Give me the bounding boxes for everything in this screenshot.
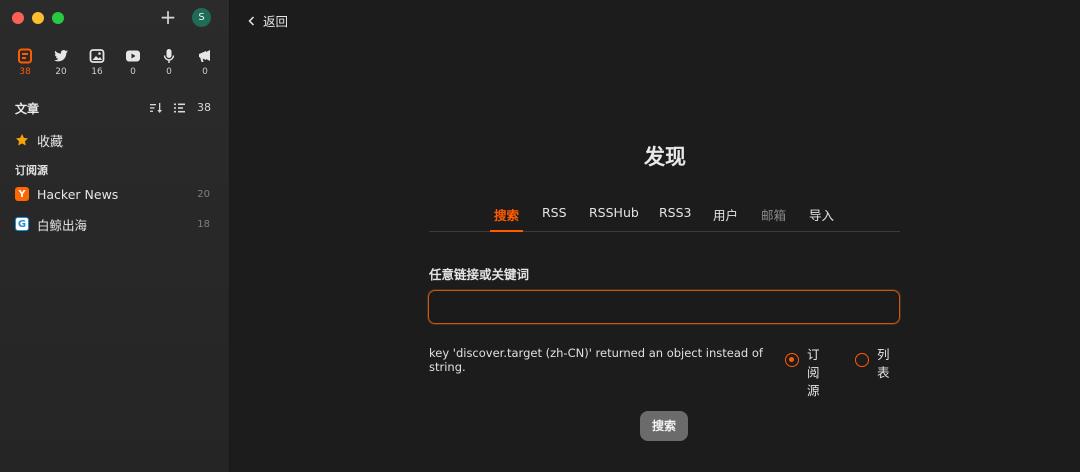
minimize-window-button[interactable] xyxy=(32,12,44,24)
sidebar-item-hacker-news[interactable]: Y Hacker News 20 xyxy=(15,184,215,204)
view-audio[interactable]: 0 xyxy=(151,48,187,77)
tab-rss3[interactable]: RSS3 xyxy=(659,205,692,232)
image-icon xyxy=(89,49,105,63)
keyword-input[interactable] xyxy=(428,290,900,324)
tab-import[interactable]: 导入 xyxy=(809,205,834,232)
articles-section-header: 文章 38 xyxy=(15,100,215,116)
favorites-label: 收藏 xyxy=(37,134,64,150)
video-icon xyxy=(126,50,140,62)
radio-circle[interactable] xyxy=(785,353,799,367)
zoom-window-button[interactable] xyxy=(52,12,64,24)
chevron-left-icon xyxy=(248,15,255,26)
page-title: 发现 xyxy=(644,145,686,169)
sidebar-item-favorites[interactable]: 收藏 xyxy=(15,131,64,150)
feed-unread-count: 20 xyxy=(197,188,210,200)
radio-label: 订阅源 xyxy=(807,347,820,398)
tab-search[interactable]: 搜索 xyxy=(490,205,524,232)
radio-subscription[interactable]: 订阅源 xyxy=(785,346,821,400)
feed-name: Hacker News xyxy=(37,186,119,202)
view-count: 0 xyxy=(202,67,208,77)
sidebar: + S 38 20 16 0 0 0 文章 38 收藏 订阅源 Y Hacker… xyxy=(0,0,230,472)
view-count: 38 xyxy=(19,67,31,77)
back-button[interactable]: 返回 xyxy=(248,11,288,30)
list-view-icon[interactable] xyxy=(174,102,186,114)
close-window-button[interactable] xyxy=(12,12,24,24)
megaphone-icon xyxy=(199,50,210,62)
section-count: 38 xyxy=(197,101,211,114)
view-notifications[interactable]: 0 xyxy=(187,48,223,77)
window-controls xyxy=(12,12,64,24)
feed-favicon: G xyxy=(15,217,29,231)
feed-favicon: Y xyxy=(15,187,29,201)
view-count: 0 xyxy=(166,67,172,77)
radio-label: 列表 xyxy=(877,347,890,380)
twitter-icon xyxy=(54,50,68,62)
back-label: 返回 xyxy=(263,14,289,29)
sidebar-item-baijing[interactable]: G 白鲸出海 18 xyxy=(15,214,215,234)
sort-icon[interactable] xyxy=(150,102,162,114)
feed-name: 白鲸出海 xyxy=(37,217,88,233)
microphone-icon xyxy=(163,49,175,63)
view-count: 0 xyxy=(130,67,136,77)
view-count: 20 xyxy=(55,67,67,77)
discover-tabs: 搜索 RSS RSSHub RSS3 用户 邮箱 导入 xyxy=(429,205,900,232)
tab-rsshub[interactable]: RSSHub xyxy=(589,205,639,232)
star-icon xyxy=(16,134,28,146)
section-title: 文章 xyxy=(15,102,40,116)
tab-email[interactable]: 邮箱 xyxy=(761,205,786,232)
view-videos[interactable]: 0 xyxy=(115,48,151,77)
radio-list[interactable]: 列表 xyxy=(855,346,891,382)
tab-user[interactable]: 用户 xyxy=(713,205,738,232)
radio-circle[interactable] xyxy=(855,353,869,367)
avatar[interactable]: S xyxy=(192,8,211,27)
article-icon xyxy=(18,48,32,64)
feed-unread-count: 18 xyxy=(197,218,210,230)
tab-rss[interactable]: RSS xyxy=(542,205,567,232)
view-count: 16 xyxy=(91,67,103,77)
view-switcher: 38 20 16 0 0 0 xyxy=(7,48,223,77)
view-pictures[interactable]: 16 xyxy=(79,48,115,77)
view-articles[interactable]: 38 xyxy=(7,48,43,77)
keyword-field-label: 任意链接或关键词 xyxy=(429,267,530,282)
subscriptions-heading: 订阅源 xyxy=(15,164,48,177)
search-button[interactable]: 搜索 xyxy=(640,411,688,441)
error-message: key 'discover.target (zh-CN)' returned a… xyxy=(429,346,763,374)
main-panel: 返回 发现 搜索 RSS RSSHub RSS3 用户 邮箱 导入 任意链接或关… xyxy=(230,0,1080,472)
view-social[interactable]: 20 xyxy=(43,48,79,77)
plus-icon[interactable]: + xyxy=(158,6,178,28)
